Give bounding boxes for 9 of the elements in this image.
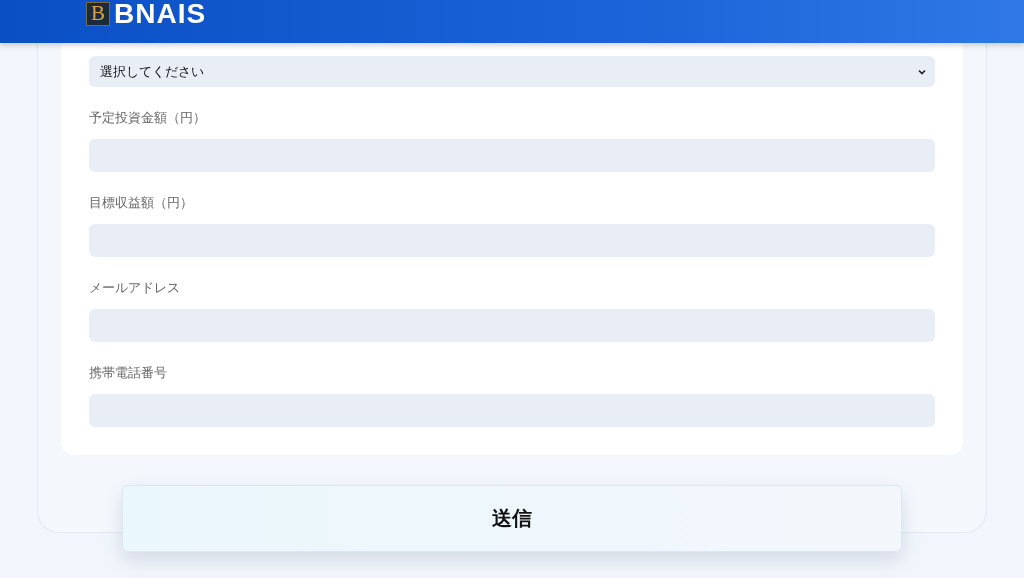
field-label: 目標収益額（円） bbox=[89, 195, 194, 211]
select-field[interactable]: 選択してください bbox=[89, 56, 935, 87]
logo-mark: B bbox=[86, 1, 110, 26]
chevron-down-icon bbox=[918, 68, 926, 75]
field-label: 携帯電話番号 bbox=[89, 365, 168, 381]
field-label: 予定投資金額（円） bbox=[89, 110, 207, 126]
field-label: メールアドレス bbox=[89, 280, 181, 296]
submit-button[interactable]: 送信 bbox=[122, 485, 902, 552]
logo-text: BNAIS bbox=[114, 0, 207, 28]
